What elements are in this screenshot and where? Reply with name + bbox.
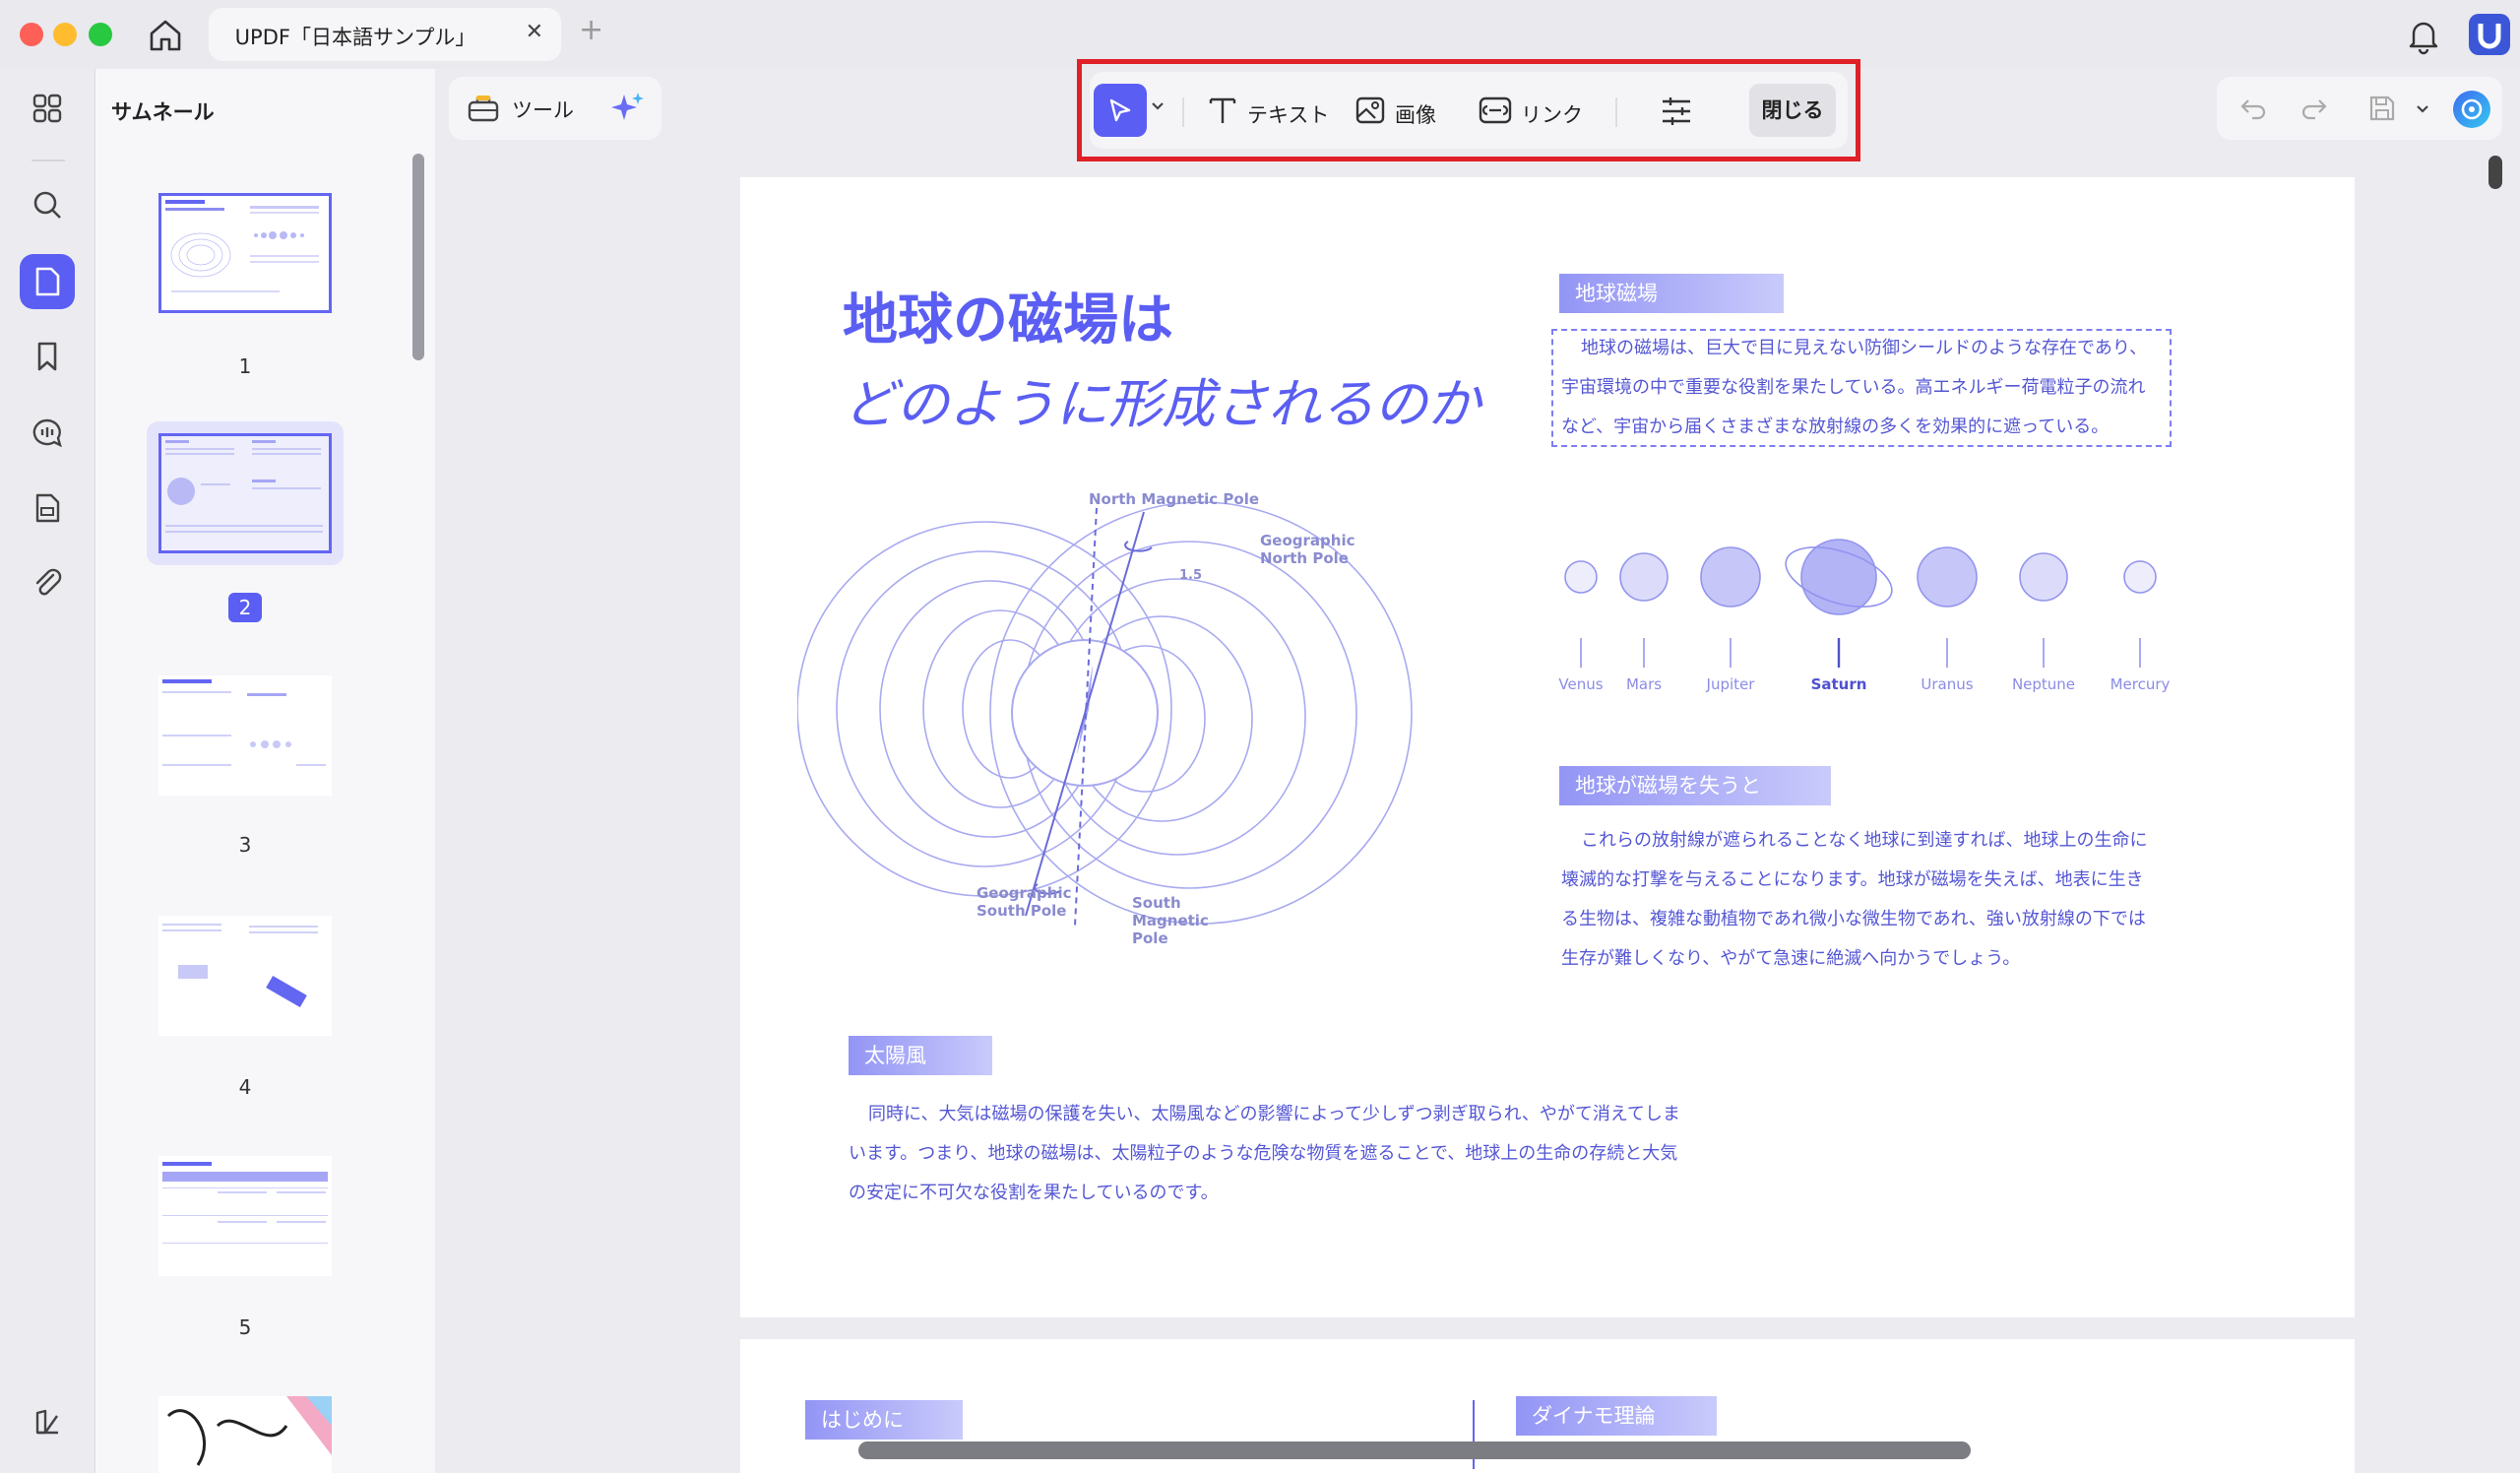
planet-label: Neptune <box>2011 675 2076 693</box>
thumbnail-page-5[interactable] <box>147 1144 344 1288</box>
settings-sliders-icon[interactable] <box>1659 94 1694 129</box>
chevron-down-icon[interactable] <box>2414 100 2431 118</box>
thumbnail-number: 1 <box>238 354 252 378</box>
section2-text[interactable]: これらの放射線が遮られることなく地球に到達すれば、地球上の生命に 壊滅的な打撃を… <box>1561 821 2191 979</box>
thumbnail-page-3[interactable] <box>147 664 344 807</box>
cursor-icon <box>1109 98 1131 122</box>
link-icon <box>1479 96 1512 124</box>
section-label: 地球磁場 <box>1559 274 1784 313</box>
chevron-down-icon[interactable] <box>1149 97 1166 115</box>
south-magnetic-label: South Magnetic Pole <box>1132 894 1209 947</box>
close-edit-button[interactable]: 閉じる <box>1749 84 1836 137</box>
image-tool-button[interactable]: 画像 <box>1354 92 1442 131</box>
rail-divider <box>32 160 65 161</box>
search-icon[interactable] <box>20 177 75 232</box>
thumbnail-header: サムネール <box>111 100 215 124</box>
thumbnail-number-selected: 2 <box>147 593 344 622</box>
thumbnail-number: 5 <box>238 1315 252 1339</box>
vertical-scrollbar[interactable] <box>2488 156 2502 189</box>
toolbar-divider <box>1182 97 1184 127</box>
edit-toolbar-highlight: テキスト 画像 リンク 閉じる <box>1077 59 1860 161</box>
save-icon[interactable] <box>2366 93 2398 124</box>
section-label: はじめに <box>805 1400 963 1440</box>
north-magnetic-label: North Magnetic Pole <box>1089 490 1260 508</box>
plus-icon[interactable]: + <box>579 16 603 45</box>
attachment-icon[interactable] <box>20 555 75 610</box>
thumbnail-scrollbar[interactable] <box>412 154 424 360</box>
thumbnail-image <box>158 1156 332 1276</box>
section3-text[interactable]: 同時に、大気は磁場の保護を失い、太陽風などの影響によって少しずつ剥ぎ取られ、やが… <box>849 1095 1734 1213</box>
link-tool-button[interactable]: リンク <box>1478 92 1588 131</box>
window-close-button[interactable] <box>20 23 43 46</box>
section1-text[interactable]: 地球の磁場は、巨大で目に見えない防御シールドのような存在であり、 宇宙環境の中で… <box>1561 329 2172 447</box>
thumbnail-panel: サムネール 1 2 3 4 5 <box>94 69 435 1473</box>
thumbnail-image <box>158 433 332 553</box>
right-toolbar <box>2217 77 2502 140</box>
toolbox-icon <box>468 96 499 122</box>
redo-icon[interactable] <box>2300 95 2329 122</box>
layers-icon[interactable] <box>20 1394 75 1449</box>
thumbnail-page-1[interactable] <box>147 181 344 325</box>
tools-button[interactable]: ツール <box>449 77 662 140</box>
window-minimize-button[interactable] <box>53 23 77 46</box>
thumbnail-number: 4 <box>238 1075 252 1099</box>
tools-label: ツール <box>512 98 574 122</box>
edit-toolbar: テキスト 画像 リンク 閉じる <box>1090 72 1848 149</box>
geographic-south-label: Geographic South Pole <box>976 884 1072 920</box>
thumbnail-page-2[interactable] <box>147 421 344 565</box>
page-title-line2: どのように形成されるのか <box>843 373 1480 435</box>
planet-label: Mercury <box>2110 675 2171 693</box>
planet-label: Uranus <box>1921 675 1974 693</box>
bell-icon[interactable] <box>2406 16 2441 55</box>
toolbar-divider <box>1615 97 1617 127</box>
thumbnails-grid-icon[interactable] <box>20 81 75 136</box>
form-icon[interactable] <box>20 480 75 536</box>
window-zoom-button[interactable] <box>89 23 112 46</box>
bookmark-icon[interactable] <box>20 329 75 384</box>
pdf-page-2[interactable]: 地球の磁場は どのように形成されるのか 地球磁場 地球の磁場は、巨大で目に見えな… <box>740 177 2355 1317</box>
section-label: 太陽風 <box>849 1036 992 1075</box>
planet-label: Jupiter <box>1706 675 1755 693</box>
undo-icon[interactable] <box>2238 95 2268 122</box>
avatar[interactable] <box>2469 14 2510 55</box>
section-label: 地球が磁場を失うと <box>1559 766 1831 805</box>
tab-title: UPDF「日本語サンプル」 <box>234 26 476 49</box>
thumbnail-image <box>158 1396 332 1473</box>
text-tool-button[interactable]: テキスト <box>1206 92 1329 131</box>
horizontal-scrollbar[interactable] <box>858 1441 1971 1459</box>
geographic-north-label: Geographic North Pole <box>1260 532 1355 567</box>
close-icon[interactable]: ✕ <box>526 20 543 44</box>
select-tool-button[interactable] <box>1094 84 1147 137</box>
section-label: ダイナモ理論 <box>1516 1396 1717 1436</box>
pages-icon[interactable] <box>20 254 75 309</box>
ai-assistant-icon[interactable] <box>2453 91 2490 128</box>
comment-icon[interactable] <box>20 406 75 461</box>
thumbnail-page-4[interactable] <box>147 904 344 1048</box>
text-icon <box>1209 97 1236 123</box>
angle-label: 1.5 <box>1179 568 1203 583</box>
left-toolbar <box>0 69 94 1473</box>
thumbnail-image <box>158 675 332 796</box>
page-title-line1: 地球の磁場は <box>843 288 1173 352</box>
thumbnail-number: 3 <box>238 833 252 857</box>
image-icon <box>1355 96 1385 124</box>
planet-label: Mars <box>1625 675 1663 693</box>
planets-illustration <box>1564 539 2157 668</box>
ai-sparkle-icon[interactable] <box>608 91 646 128</box>
thumbnail-page-6[interactable] <box>147 1384 344 1473</box>
document-tab[interactable]: UPDF「日本語サンプル」 ✕ <box>209 8 561 61</box>
thumbnail-image <box>158 193 332 313</box>
thumbnail-image <box>158 916 332 1036</box>
planet-label-highlight: Saturn <box>1810 675 1867 693</box>
home-icon[interactable] <box>146 16 185 53</box>
